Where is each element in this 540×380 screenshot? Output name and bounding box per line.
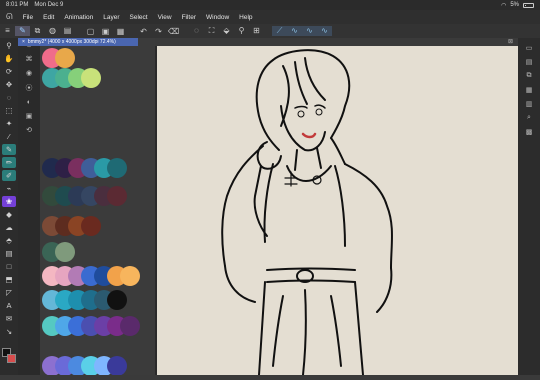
window-close-icon[interactable]: ⊠ bbox=[508, 38, 513, 45]
transform-icon[interactable]: ⛶ bbox=[204, 26, 219, 36]
material-icon[interactable]: ▤ bbox=[60, 26, 75, 36]
move-icon[interactable]: ✥ bbox=[2, 79, 16, 90]
pen-mode-icon[interactable]: ✎ bbox=[15, 26, 30, 36]
sub-tool-strip: ⊗ ⌘ ◉ ⦿ ◐ ▣ ⟲ bbox=[18, 38, 40, 375]
text-icon[interactable]: A bbox=[2, 300, 16, 311]
doc-close-icon[interactable]: × bbox=[22, 39, 25, 45]
status-bar: 8:01 PM Mon Dec 9 ◠ 5% bbox=[0, 0, 540, 10]
airbrush-icon[interactable]: ⌁ bbox=[2, 183, 16, 194]
gradient-icon[interactable]: ▤ bbox=[2, 248, 16, 259]
menu-file[interactable]: File bbox=[23, 14, 33, 21]
stroke-c-icon[interactable]: ∿ bbox=[317, 26, 332, 36]
open-icon[interactable]: ▣ bbox=[98, 27, 113, 36]
status-right: ◠ 5% bbox=[501, 2, 534, 9]
fill-sel-icon[interactable]: ⬙ bbox=[219, 26, 234, 36]
battery-icon bbox=[523, 2, 534, 8]
new-icon[interactable]: ▢ bbox=[83, 27, 98, 36]
menu-view[interactable]: View bbox=[158, 14, 172, 21]
wifi-icon: ◠ bbox=[501, 2, 507, 9]
material-panel-icon[interactable]: ▦ bbox=[526, 86, 533, 94]
sub-tool-icon[interactable]: ⌘ bbox=[26, 55, 33, 63]
menu-bar: ᘏ File Edit Animation Layer Select View … bbox=[0, 10, 540, 24]
menu-filter[interactable]: Filter bbox=[182, 14, 196, 21]
lasso-icon[interactable]: ◌ bbox=[2, 92, 16, 103]
menu-select[interactable]: Select bbox=[130, 14, 148, 21]
right-panel-strip: ▭ ▤ ⧉ ▦ ▥ ⌕ ▩ bbox=[518, 38, 540, 375]
tool-property-icon[interactable]: ◉ bbox=[26, 69, 32, 77]
snap-icon[interactable]: ⚲ bbox=[234, 26, 249, 36]
color-set-icon[interactable]: ▣ bbox=[26, 112, 33, 120]
layer-property-icon[interactable]: ▤ bbox=[526, 58, 533, 66]
drawing-canvas[interactable] bbox=[155, 46, 518, 376]
stroke-a-icon[interactable]: ∿ bbox=[287, 26, 302, 36]
decoration-icon[interactable]: ❀ bbox=[2, 196, 16, 207]
history-icon[interactable]: ⟲ bbox=[26, 126, 32, 134]
app-logo-icon[interactable]: ᘏ bbox=[6, 12, 13, 22]
fill-icon[interactable]: ⬘ bbox=[2, 235, 16, 246]
tool-palette: ⚲ ✋ ⟳ ✥ ◌ ⬚ ✦ ⁄ ✎ ✏ ✐ ⌁ ❀ ◆ ☁ ⬘ ▤ □ ⬒ ◸ … bbox=[0, 38, 18, 375]
canvas-area bbox=[40, 38, 518, 376]
save-icon[interactable]: ▦ bbox=[113, 27, 128, 36]
blend-icon[interactable]: ☁ bbox=[2, 222, 16, 233]
menu-help[interactable]: Help bbox=[239, 14, 252, 21]
rotate-icon[interactable]: ⟳ bbox=[2, 66, 16, 77]
redo-icon[interactable]: ↷ bbox=[151, 27, 166, 36]
wand-icon[interactable]: ✦ bbox=[2, 118, 16, 129]
zoom-icon[interactable]: ⚲ bbox=[2, 40, 16, 51]
hand-icon[interactable]: ✋ bbox=[2, 53, 16, 64]
clear-icon[interactable]: ⌫ bbox=[166, 27, 181, 36]
color-wheel-icon[interactable]: ◐ bbox=[27, 99, 31, 106]
ruler-icon[interactable]: ◸ bbox=[2, 287, 16, 298]
brush-icon[interactable]: ✐ bbox=[2, 170, 16, 181]
battery-percent: 5% bbox=[510, 2, 519, 8]
eyedropper-icon[interactable]: ⁄ bbox=[2, 131, 16, 142]
document-tab[interactable]: × bmmy2* (4000 x 4000px 300dpi 72.4%) bbox=[18, 38, 138, 46]
pen-icon[interactable]: ✎ bbox=[2, 144, 16, 155]
timeline-icon[interactable]: ▥ bbox=[526, 100, 533, 108]
brush-size-icon[interactable]: ⦿ bbox=[26, 83, 33, 93]
menu-edit[interactable]: Edit bbox=[43, 14, 54, 21]
balloon-icon[interactable]: ✉ bbox=[2, 313, 16, 324]
deselect-icon[interactable]: ◌ bbox=[189, 26, 204, 36]
hamburger-icon[interactable]: ≡ bbox=[0, 26, 15, 36]
frame-icon[interactable]: ⬒ bbox=[2, 274, 16, 285]
menu-window[interactable]: Window bbox=[206, 14, 229, 21]
menu-animation[interactable]: Animation bbox=[64, 14, 93, 21]
settings-panel-icon[interactable]: ▩ bbox=[526, 128, 533, 136]
layer-icon[interactable]: ⧉ bbox=[527, 72, 532, 80]
pencil-icon[interactable]: ✏ bbox=[2, 157, 16, 168]
figure-icon[interactable]: □ bbox=[2, 261, 16, 272]
status-time: 8:01 PM bbox=[6, 2, 29, 8]
status-date: Mon Dec 9 bbox=[34, 2, 64, 8]
layers-icon[interactable]: ⧉ bbox=[30, 26, 45, 36]
select-icon[interactable]: ⬚ bbox=[2, 105, 16, 116]
navigator-icon[interactable]: ▭ bbox=[526, 44, 533, 52]
lineart-drawing bbox=[221, 49, 393, 376]
menu-layer[interactable]: Layer bbox=[103, 14, 119, 21]
stabilizer-icon[interactable]: ⟋ bbox=[272, 26, 287, 36]
palette-icon[interactable]: ◍ bbox=[45, 26, 60, 36]
correct-line-icon[interactable]: ↘ bbox=[2, 326, 16, 337]
search-panel-icon[interactable]: ⌕ bbox=[527, 114, 531, 122]
undo-icon[interactable]: ↶ bbox=[136, 27, 151, 36]
doc-tab-label: bmmy2* (4000 x 4000px 300dpi 72.4%) bbox=[27, 39, 116, 45]
stroke-b-icon[interactable]: ∿ bbox=[302, 26, 317, 36]
command-bar: ≡ ✎ ⧉ ◍ ▤ ▢ ▣ ▦ ↶ ↷ ⌫ ◌ ⛶ ⬙ ⚲ ⊞ ⟋ ∿ ∿ ∿ bbox=[0, 24, 540, 38]
ruler-snap-icon[interactable]: ⊞ bbox=[249, 26, 264, 36]
eraser-icon[interactable]: ◆ bbox=[2, 209, 16, 220]
sub-color-swatch[interactable] bbox=[7, 354, 16, 363]
